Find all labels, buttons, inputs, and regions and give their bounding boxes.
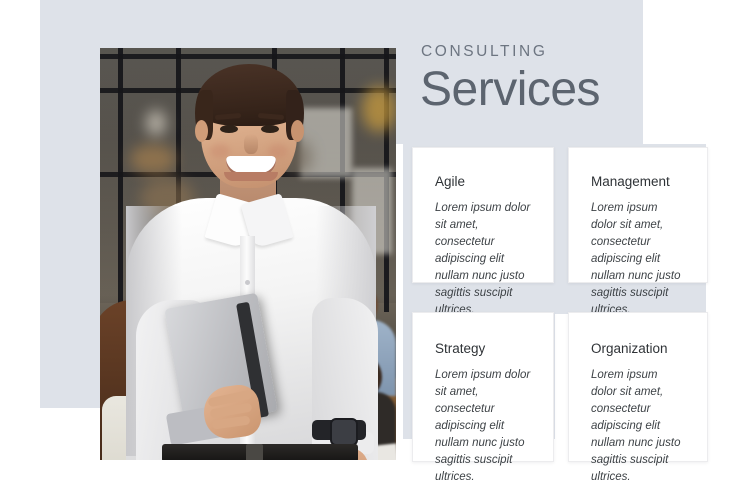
card-title: Management bbox=[591, 174, 670, 189]
background-object bbox=[362, 86, 396, 132]
service-card-management[interactable]: Management Lorem ipsum dolor sit amet, c… bbox=[568, 147, 708, 316]
page-title: Services bbox=[420, 62, 601, 116]
service-card-organization[interactable]: Organization Lorem ipsum dolor sit amet,… bbox=[568, 312, 708, 483]
service-card-agile[interactable]: Agile Lorem ipsum dolor sit amet, consec… bbox=[412, 147, 554, 316]
card-body: Lorem ipsum dolor sit amet, consectetur … bbox=[435, 369, 531, 483]
card-title: Agile bbox=[435, 174, 466, 189]
hero-photo bbox=[100, 48, 396, 460]
page-root: CONSULTING Services Agile Lorem ipsum do… bbox=[0, 0, 750, 502]
heading-kicker: CONSULTING bbox=[421, 43, 548, 60]
window-mullion bbox=[100, 54, 396, 59]
eye bbox=[261, 125, 279, 133]
card-body: Lorem ipsum dolor sit amet, consectetur … bbox=[591, 369, 681, 483]
eye bbox=[220, 125, 238, 133]
shirt-button bbox=[245, 280, 250, 285]
ear bbox=[195, 120, 208, 142]
wristwatch-face bbox=[330, 418, 358, 446]
ear bbox=[291, 120, 304, 142]
card-body: Lorem ipsum dolor sit amet, consectetur … bbox=[591, 202, 681, 316]
card-title: Organization bbox=[591, 341, 668, 356]
background-object bbox=[130, 144, 176, 174]
belt-buckle bbox=[246, 444, 263, 460]
card-body: Lorem ipsum dolor sit amet, consectetur … bbox=[435, 202, 531, 316]
nose bbox=[244, 134, 258, 154]
service-card-strategy[interactable]: Strategy Lorem ipsum dolor sit amet, con… bbox=[412, 312, 554, 483]
card-title: Strategy bbox=[435, 341, 486, 356]
lower-lip bbox=[224, 172, 278, 181]
background-object bbox=[146, 110, 166, 136]
page-heading: CONSULTING Services bbox=[420, 44, 720, 114]
